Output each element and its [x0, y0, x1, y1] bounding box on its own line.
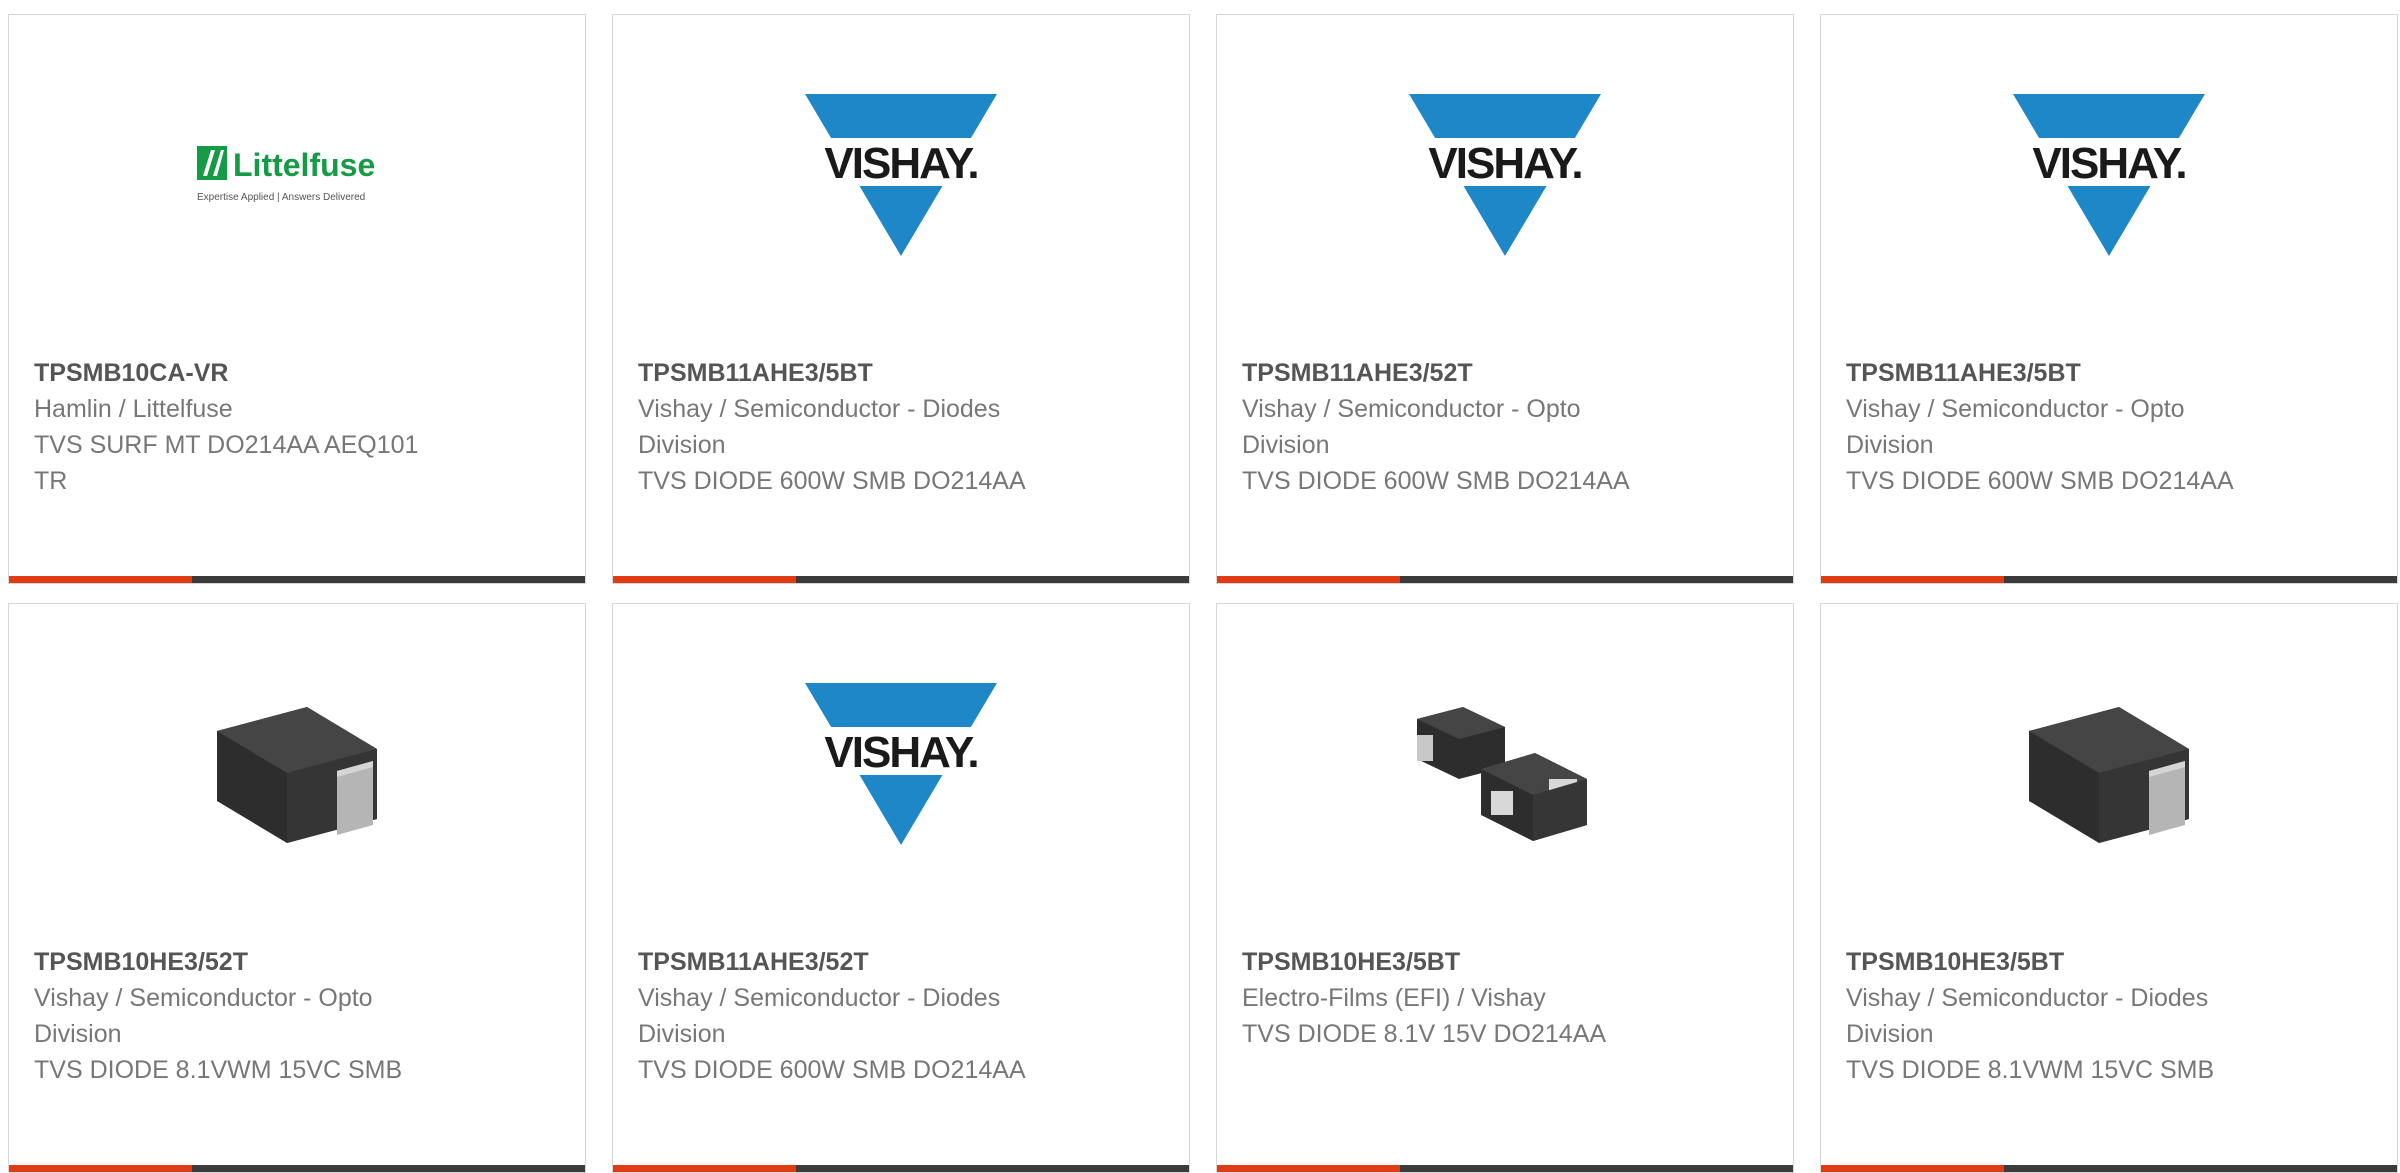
manufacturer: Vishay / Semiconductor - Opto Division [1242, 395, 1581, 459]
card-footer-bar [1821, 1165, 2397, 1172]
manufacturer: Vishay / Semiconductor - Diodes Division [1846, 984, 2209, 1048]
product-image[interactable]: VISHAY. [1217, 85, 1793, 265]
product-card[interactable]: TPSMB10HE3/5BT Vishay / Semiconductor - … [1820, 603, 2398, 1173]
logo-wordmark: VISHAY. [1428, 139, 1581, 188]
vishay-logo-icon: VISHAY. [2009, 94, 2209, 256]
description: TVS DIODE 600W SMB DO214AA [1846, 467, 2234, 495]
card-footer-accent [9, 576, 192, 583]
product-card[interactable]: Littelfuse Expertise Applied | Answers D… [8, 14, 586, 584]
product-image[interactable]: Littelfuse Expertise Applied | Answers D… [9, 85, 585, 265]
vishay-logo-icon: VISHAY. [801, 94, 1001, 256]
part-number[interactable]: TPSMB10HE3/52T [34, 944, 565, 980]
part-number[interactable]: TPSMB11AHE3/52T [1242, 355, 1773, 391]
logo-tagline: Expertise Applied | Answers Delivered [197, 192, 365, 203]
product-card[interactable]: TPSMB10HE3/52T Vishay / Semiconductor - … [8, 603, 586, 1173]
logo-wordmark: VISHAY. [2032, 139, 2185, 188]
littelfuse-logo-icon: Littelfuse Expertise Applied | Answers D… [197, 146, 375, 203]
card-footer-bar [1821, 576, 2397, 583]
part-number[interactable]: TPSMB10HE3/5BT [1846, 944, 2377, 980]
card-footer-bar [613, 1165, 1189, 1172]
product-image[interactable] [9, 674, 585, 854]
part-number[interactable]: TPSMB10HE3/5BT [1242, 944, 1773, 980]
product-image[interactable]: VISHAY. [613, 674, 1189, 854]
manufacturer: Vishay / Semiconductor - Diodes Division [638, 984, 1001, 1048]
description: TVS DIODE 600W SMB DO214AA [638, 467, 1026, 495]
smb-pair-icon [1417, 707, 1587, 841]
card-footer-accent [9, 1165, 192, 1172]
product-card[interactable]: VISHAY. TPSMB11AHE3/52T Vishay / Semicon… [612, 603, 1190, 1173]
manufacturer: Vishay / Semiconductor - Opto Division [34, 984, 373, 1048]
manufacturer: Vishay / Semiconductor - Diodes Division [638, 395, 1001, 459]
part-number[interactable]: TPSMB11AHE3/52T [638, 944, 1169, 980]
description: TVS DIODE 8.1VWM 15VC SMB [34, 1056, 403, 1084]
product-card[interactable]: VISHAY. TPSMB11AHE3/5BT Vishay / Semicon… [1820, 14, 2398, 584]
card-footer-accent [613, 1165, 796, 1172]
description: TVS DIODE 600W SMB DO214AA [638, 1056, 1026, 1084]
product-image[interactable]: VISHAY. [1821, 85, 2397, 265]
card-footer-bar [1217, 576, 1793, 583]
description: TVS DIODE 600W SMB DO214AA [1242, 467, 1630, 495]
card-footer-accent [1217, 1165, 1400, 1172]
manufacturer: Vishay / Semiconductor - Opto Division [1846, 395, 2185, 459]
manufacturer: Hamlin / Littelfuse [34, 395, 233, 423]
product-grid: Littelfuse Expertise Applied | Answers D… [0, 0, 2400, 1173]
vishay-logo-icon: VISHAY. [1405, 94, 1605, 256]
product-card[interactable]: VISHAY. TPSMB11AHE3/52T Vishay / Semicon… [1216, 14, 1794, 584]
product-image[interactable]: VISHAY. [613, 85, 1189, 265]
card-footer-bar [9, 1165, 585, 1172]
logo-wordmark: VISHAY. [824, 139, 977, 188]
part-number[interactable]: TPSMB11AHE3/5BT [1846, 355, 2377, 391]
product-image[interactable] [1217, 674, 1793, 854]
card-footer-bar [613, 576, 1189, 583]
smb-package-icon [217, 707, 377, 843]
card-footer-bar [1217, 1165, 1793, 1172]
part-number[interactable]: TPSMB11AHE3/5BT [638, 355, 1169, 391]
card-footer-accent [1217, 576, 1400, 583]
card-footer-accent [613, 576, 796, 583]
logo-wordmark: VISHAY. [824, 728, 977, 777]
card-footer-accent [1821, 1165, 2004, 1172]
smb-package-icon [2029, 707, 2189, 843]
product-card[interactable]: VISHAY. TPSMB11AHE3/5BT Vishay / Semicon… [612, 14, 1190, 584]
vishay-logo-icon: VISHAY. [801, 683, 1001, 845]
product-image[interactable] [1821, 674, 2397, 854]
product-card[interactable]: TPSMB10HE3/5BT Electro-Films (EFI) / Vis… [1216, 603, 1794, 1173]
card-footer-accent [1821, 576, 2004, 583]
part-number[interactable]: TPSMB10CA-VR [34, 355, 565, 391]
card-footer-bar [9, 576, 585, 583]
description: TVS DIODE 8.1V 15V DO214AA [1242, 1020, 1607, 1048]
manufacturer: Electro-Films (EFI) / Vishay [1242, 984, 1546, 1012]
description: TVS DIODE 8.1VWM 15VC SMB [1846, 1056, 2215, 1084]
logo-wordmark: Littelfuse [233, 147, 375, 183]
description: TVS SURF MT DO214AA AEQ101 TR [34, 431, 419, 495]
